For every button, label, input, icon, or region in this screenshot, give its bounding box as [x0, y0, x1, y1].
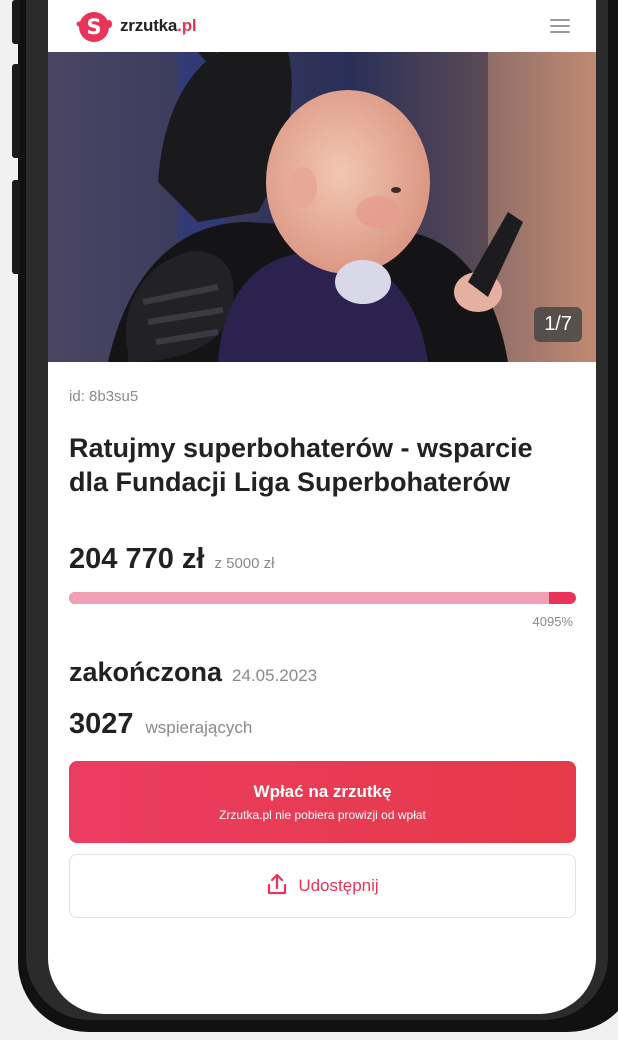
- donate-button-label: Wpłać na zrzutkę: [253, 782, 392, 801]
- progress-bar-fill: [69, 592, 551, 604]
- supporters-row: 3027 wspierających: [69, 708, 576, 741]
- logo-text: zrzutka.pl: [120, 16, 197, 35]
- campaign-title: Ratujmy superbohaterów - wsparcie dla Fu…: [69, 433, 533, 497]
- logo[interactable]: S zrzutka.pl: [70, 6, 197, 46]
- donate-button-subtext: Zrzutka.pl nie pobiera prowizji od wpłat: [219, 808, 426, 822]
- raised-amount: 204 770 zł: [69, 543, 205, 575]
- funding-progress-bar: [69, 592, 576, 604]
- phone-volume-up-button: [12, 64, 20, 158]
- campaign-photo-illustration: [48, 52, 596, 362]
- donate-button[interactable]: Wpłać na zrzutkę Zrzutka.pl nie pobiera …: [69, 761, 576, 843]
- svg-text:S: S: [86, 15, 101, 39]
- goal-amount: z 5000 zł: [214, 555, 275, 572]
- share-button-label: Udostępnij: [298, 876, 379, 895]
- campaign-status: zakończona: [69, 657, 223, 687]
- campaign-id: id: 8b3su5: [69, 388, 139, 405]
- campaign-status-row: zakończona 24.05.2023: [69, 657, 576, 688]
- phone-volume-down-button: [12, 180, 20, 274]
- campaign-details: id: 8b3su5 Ratujmy superbohaterów - wspa…: [48, 388, 596, 918]
- phone-screen: S zrzutka.pl 1/7 id: 8b3su5 Ratujmy supe…: [48, 0, 596, 1014]
- funding-amounts: 204 770 zł z 5000 zł: [69, 543, 576, 576]
- share-upload-icon: [266, 873, 288, 900]
- share-button[interactable]: Udostępnij: [69, 854, 576, 918]
- supporters-count: 3027: [69, 708, 134, 740]
- campaign-photo[interactable]: 1/7: [48, 52, 596, 362]
- site-header: S zrzutka.pl: [48, 0, 596, 52]
- phone-side-button: [12, 0, 20, 44]
- piggy-bank-logo-icon: S: [70, 6, 114, 46]
- funding-percent: 4095%: [532, 614, 573, 629]
- photo-counter: 1/7: [534, 307, 582, 342]
- hamburger-menu-icon[interactable]: [550, 19, 570, 33]
- campaign-end-date: 24.05.2023: [232, 666, 318, 685]
- supporters-label: wspierających: [145, 718, 253, 737]
